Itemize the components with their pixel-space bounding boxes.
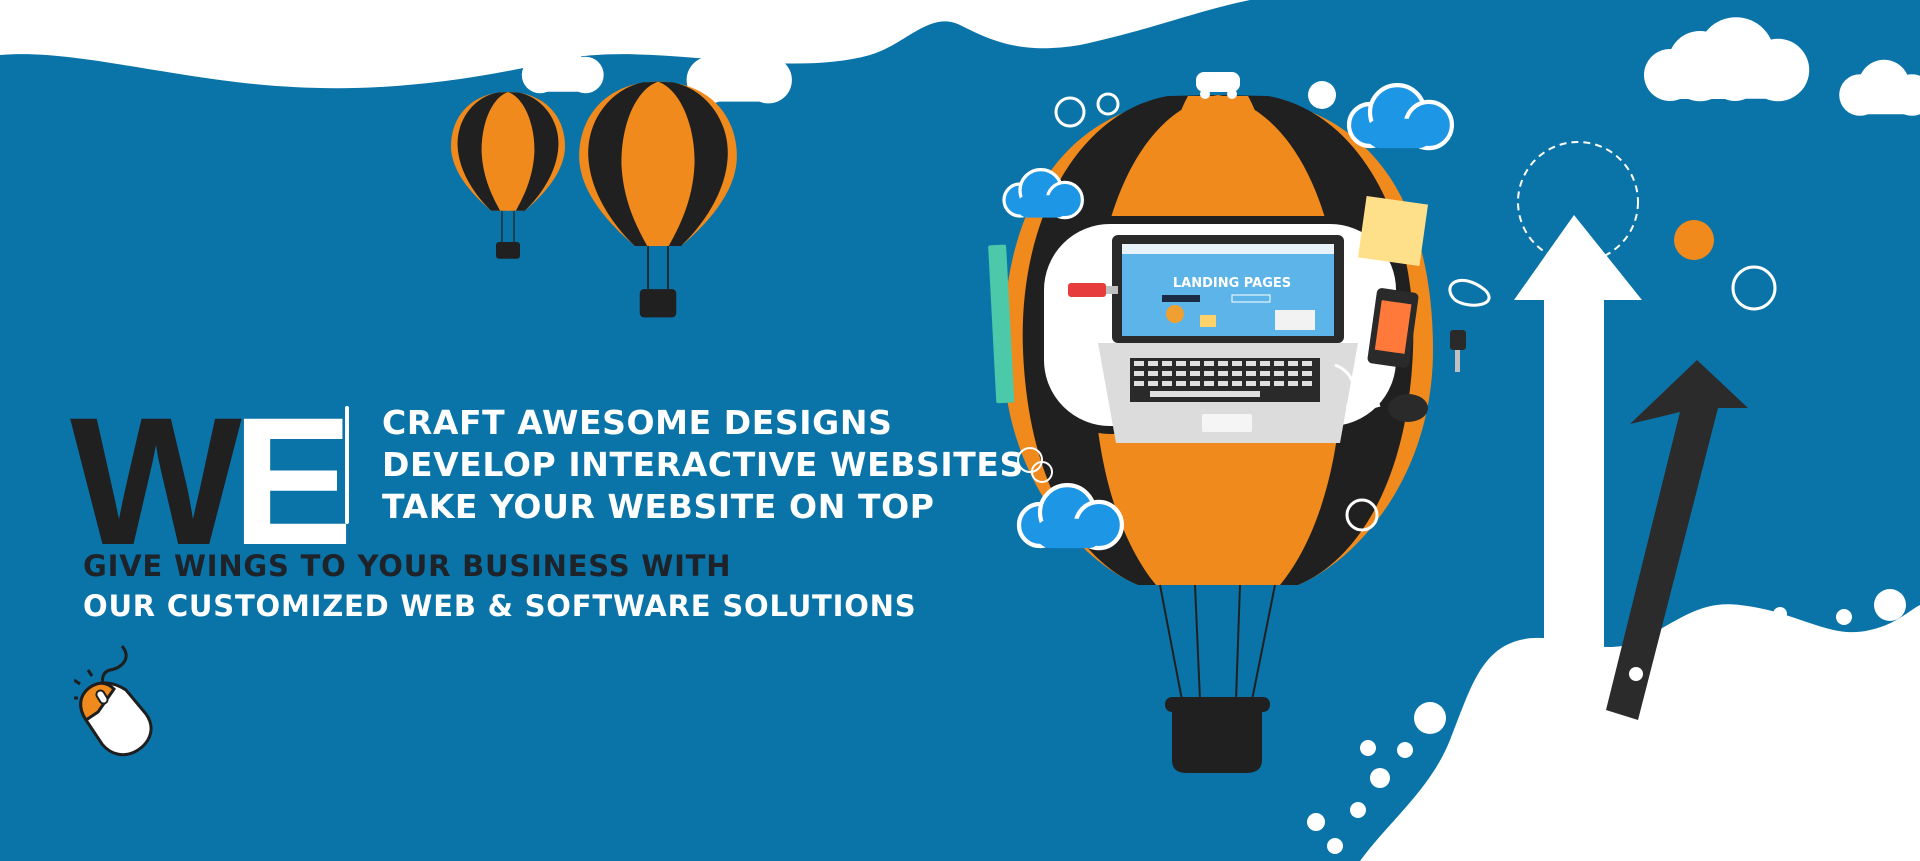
hero-taglines: CRAFT AWESOME DESIGNS DEVELOP INTERACTIV… [382, 402, 1024, 528]
hero-subline-1: GIVE WINGS TO YOUR BUSINESS WITH [83, 549, 732, 583]
tagline-develop: DEVELOP INTERACTIVE WEBSITES [382, 445, 1024, 484]
small-balloon-right [579, 81, 737, 318]
small-balloon-left [451, 92, 565, 259]
scroll-mouse-icon[interactable] [72, 640, 164, 760]
hero-divider [345, 406, 349, 524]
tagline-top: TAKE YOUR WEBSITE ON TOP [382, 487, 935, 526]
hero-banner: LANDING PAGES WE CRAFT AWESOME DESIGNS D… [0, 0, 1920, 861]
top-wave [0, 0, 1250, 89]
computer-mouse-icon [72, 645, 153, 757]
laptop-illustration: LANDING PAGES [1098, 235, 1358, 443]
laptop-screen-title: LANDING PAGES [1173, 276, 1291, 291]
tagline-craft: CRAFT AWESOME DESIGNS [382, 403, 893, 442]
hero-we-word: WE [70, 390, 353, 572]
hero-subline-2: OUR CUSTOMIZED WEB & SOFTWARE SOLUTIONS [83, 589, 917, 623]
